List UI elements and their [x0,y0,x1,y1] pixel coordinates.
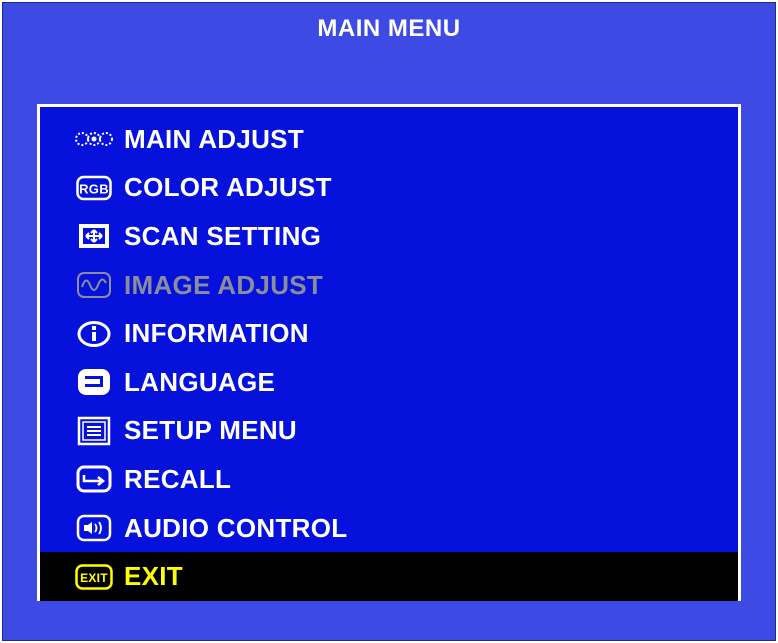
svg-text:EXIT: EXIT [80,571,108,585]
menu-item-exit[interactable]: EXIT EXIT [40,552,738,601]
menu-item-label: INFORMATION [124,318,309,349]
menu-item-label: LANGUAGE [124,366,276,397]
menu-item-label: RECALL [124,463,232,494]
setup-menu-icon [74,416,114,446]
menu-item-audio-control[interactable]: AUDIO CONTROL [40,504,738,553]
scan-setting-icon [74,221,114,251]
menu-item-scan-setting[interactable]: SCAN SETTING [40,212,738,261]
menu-item-image-adjust[interactable]: IMAGE ADJUST [40,261,738,310]
language-icon [74,367,114,397]
audio-icon [74,513,114,543]
menu-panel: MAIN ADJUST RGB COLOR ADJUST SCAN SETTIN… [37,104,741,601]
info-icon [74,319,114,349]
menu-item-label: SETUP MENU [124,415,297,446]
waveform-icon [74,270,114,300]
menu-title: MAIN MENU [317,15,461,42]
menu-item-label: IMAGE ADJUST [124,269,324,300]
exit-icon: EXIT [74,562,114,592]
menu-item-label: MAIN ADJUST [124,123,305,154]
recall-icon [74,464,114,494]
menu-item-language[interactable]: LANGUAGE [40,358,738,407]
menu-item-label: SCAN SETTING [124,220,322,251]
menu-item-color-adjust[interactable]: RGB COLOR ADJUST [40,164,738,213]
menu-item-label: EXIT [124,561,183,592]
menu-item-label: COLOR ADJUST [124,172,332,203]
svg-text:RGB: RGB [79,181,109,196]
menu-item-label: AUDIO CONTROL [124,512,348,543]
rgb-icon: RGB [74,173,114,203]
main-adjust-icon [74,124,114,154]
menu-item-recall[interactable]: RECALL [40,455,738,504]
menu-item-information[interactable]: INFORMATION [40,309,738,358]
menu-item-setup-menu[interactable]: SETUP MENU [40,407,738,456]
menu-item-main-adjust[interactable]: MAIN ADJUST [40,115,738,164]
osd-main-menu: MAIN MENU MAIN ADJUST RGB COLOR ADJUST S… [2,2,776,641]
